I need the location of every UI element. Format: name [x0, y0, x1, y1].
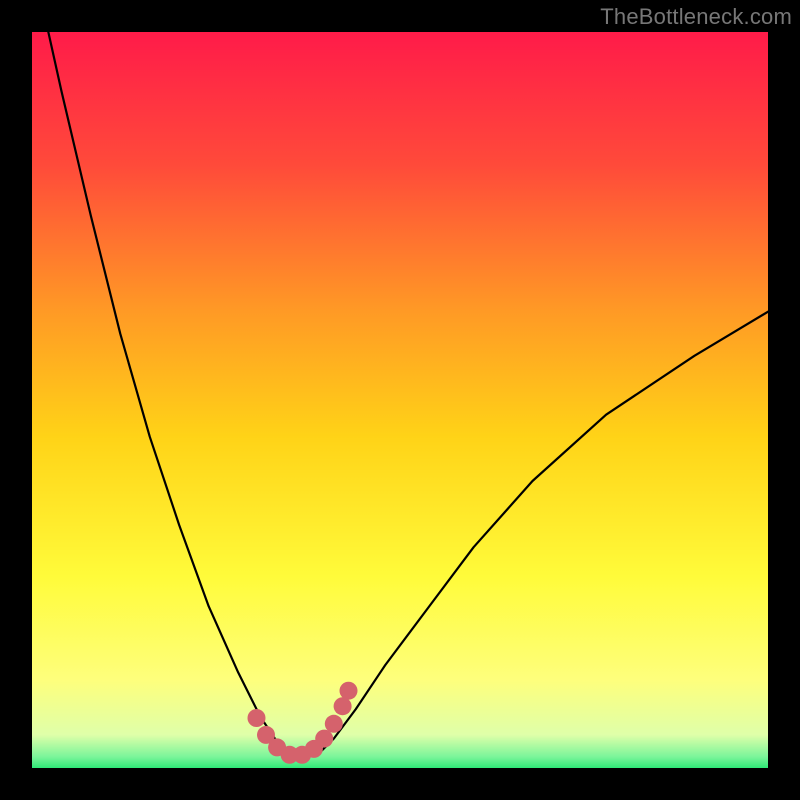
highlight-dot [248, 709, 266, 727]
watermark-text: TheBottleneck.com [600, 4, 792, 30]
highlight-dot [334, 697, 352, 715]
highlight-dot [340, 682, 358, 700]
chart-frame: TheBottleneck.com [0, 0, 800, 800]
plot-area [32, 32, 768, 768]
gradient-background [32, 32, 768, 768]
plot-svg [32, 32, 768, 768]
highlight-dot [315, 730, 333, 748]
highlight-dot [325, 715, 343, 733]
